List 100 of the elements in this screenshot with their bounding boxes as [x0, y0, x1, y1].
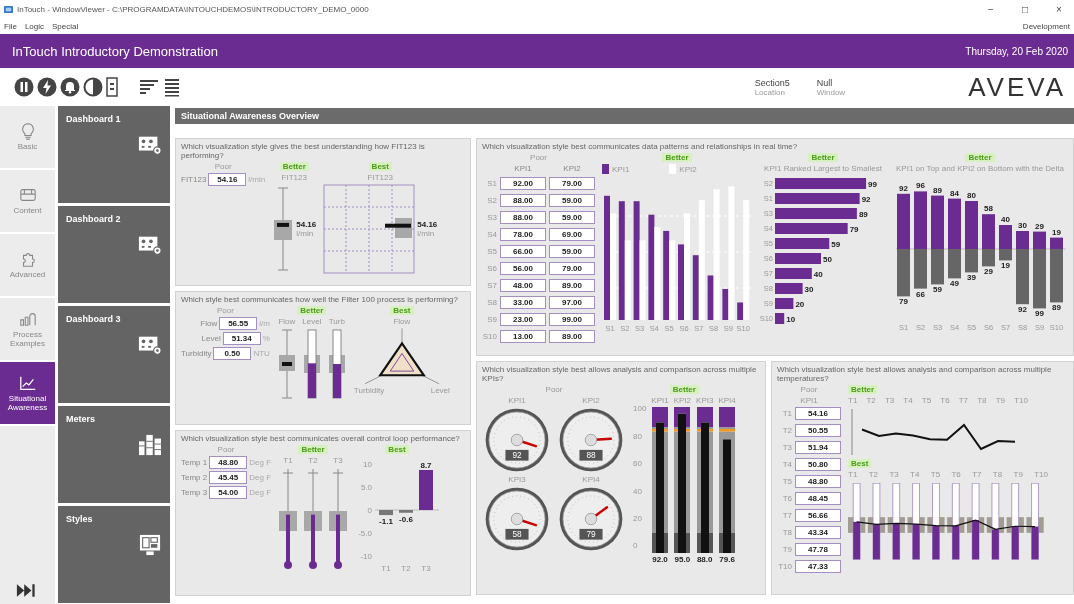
- value-field[interactable]: 48.80: [795, 475, 841, 489]
- setpoint-line: [674, 429, 691, 432]
- axis-label: T9: [995, 396, 1005, 406]
- bar: [775, 238, 830, 250]
- value-field[interactable]: 13.00: [500, 330, 546, 344]
- value-field[interactable]: 97.00: [549, 296, 595, 310]
- panel-icon[interactable]: [106, 77, 118, 97]
- value-field[interactable]: 23.00: [500, 313, 546, 327]
- app-title: InTouch Introductory Demonstration: [12, 43, 218, 59]
- dashboard-tile[interactable]: Styles: [58, 506, 170, 603]
- maximize-button[interactable]: □: [1010, 4, 1040, 15]
- value-field[interactable]: 56.55: [219, 317, 258, 331]
- value-field[interactable]: 48.45: [795, 492, 841, 506]
- axis-label: T9: [1013, 470, 1023, 480]
- value-field[interactable]: 48.00: [500, 279, 546, 293]
- gauge-label: Level: [302, 317, 322, 327]
- value-field[interactable]: 54.16: [208, 173, 247, 187]
- value-field[interactable]: 45.45: [209, 471, 248, 485]
- gauge-label: KPI2: [582, 396, 600, 406]
- value-field[interactable]: 50.80: [795, 458, 841, 472]
- pause-icon[interactable]: [14, 77, 34, 97]
- align-left-icon[interactable]: [139, 77, 159, 97]
- value-field[interactable]: 89.00: [549, 330, 595, 344]
- value-field[interactable]: 88.00: [500, 211, 546, 225]
- nav-item[interactable]: Situational Awareness: [0, 362, 55, 426]
- value-label: 40: [1001, 215, 1010, 225]
- tile-label: Dashboard 1: [66, 114, 122, 124]
- value-field[interactable]: 59.00: [549, 245, 595, 259]
- better-label: Better: [808, 153, 838, 163]
- dashboard-tile[interactable]: Dashboard 3: [58, 306, 170, 403]
- value-field[interactable]: 47.78: [795, 543, 841, 557]
- column-header: KPI1: [513, 164, 533, 174]
- dashboard-icon: [138, 234, 162, 256]
- scale-label: 60: [633, 459, 643, 469]
- dashboard-tile[interactable]: Dashboard 1: [58, 106, 170, 203]
- value-field[interactable]: 54.16: [795, 407, 841, 421]
- value-field[interactable]: 66.00: [500, 245, 546, 259]
- dashboard-tile[interactable]: Dashboard 2: [58, 206, 170, 303]
- align-justify-icon[interactable]: [162, 77, 182, 97]
- value-field[interactable]: 99.00: [549, 313, 595, 327]
- axis-label: T10: [1034, 470, 1048, 480]
- value-field[interactable]: 54.00: [209, 486, 248, 500]
- value-label: -1.1: [379, 517, 393, 527]
- axis-label: T1: [848, 396, 858, 406]
- value-field[interactable]: 89.00: [549, 279, 595, 293]
- axis-label: T2: [401, 564, 411, 574]
- menu-item[interactable]: Logic: [24, 22, 44, 31]
- value-field[interactable]: 51.94: [795, 441, 841, 455]
- menu-item[interactable]: File: [4, 22, 17, 31]
- menu-item[interactable]: Special: [52, 22, 79, 31]
- value-field[interactable]: 51.34: [222, 332, 261, 346]
- tick-label: 5.0: [360, 483, 373, 493]
- value-label: 96: [916, 181, 925, 191]
- bar: [775, 313, 785, 325]
- value-label: 29: [1035, 221, 1044, 231]
- value-label: 30: [1018, 221, 1027, 231]
- contrast-icon[interactable]: [83, 77, 103, 97]
- value-field[interactable]: 79.00: [549, 262, 595, 276]
- row-label: S5: [486, 247, 497, 257]
- row-label: T6: [781, 494, 792, 504]
- value-field[interactable]: 0.50: [213, 347, 252, 361]
- value-field[interactable]: 78.00: [500, 228, 546, 242]
- value-field[interactable]: 59.00: [549, 194, 595, 208]
- reading: 54.16: [296, 220, 317, 230]
- row-label: T2: [781, 426, 792, 436]
- value-field[interactable]: 56.66: [795, 509, 841, 523]
- poor-label: Poor: [800, 385, 818, 395]
- value-field[interactable]: 79.00: [549, 177, 595, 191]
- value-field[interactable]: 33.00: [500, 296, 546, 310]
- row-label: T7: [781, 511, 792, 521]
- value-field[interactable]: 59.00: [549, 211, 595, 225]
- value-field[interactable]: 56.00: [500, 262, 546, 276]
- field-label: Temp 3: [181, 488, 208, 498]
- value-field[interactable]: 50.55: [795, 424, 841, 438]
- value-field[interactable]: 47.33: [795, 560, 841, 574]
- close-button[interactable]: ×: [1044, 4, 1074, 15]
- better-label: Better: [279, 162, 309, 172]
- axis-label: T3: [889, 470, 899, 480]
- skip-forward-icon[interactable]: [16, 583, 36, 598]
- minimize-button[interactable]: −: [976, 4, 1006, 15]
- dashboard-tile[interactable]: Meters: [58, 406, 170, 503]
- gauge-reading: 58: [512, 530, 522, 540]
- tag-label: FIT123: [281, 173, 307, 183]
- tile-label: Dashboard 2: [66, 214, 122, 224]
- alarm-band: [696, 407, 713, 428]
- value-field[interactable]: 69.00: [549, 228, 595, 242]
- bar-reading: 88.0: [696, 555, 713, 565]
- legend-label: KPI2: [679, 164, 697, 174]
- reading: 54.16: [417, 220, 438, 230]
- low-band: [674, 533, 691, 554]
- value-field[interactable]: 88.00: [500, 194, 546, 208]
- bell-icon[interactable]: [60, 77, 80, 97]
- value-field[interactable]: 43.34: [795, 526, 841, 540]
- better-label: Better: [965, 153, 995, 163]
- tile-label: Dashboard 3: [66, 314, 122, 324]
- value-field[interactable]: 92.00: [500, 177, 546, 191]
- setpoint-line: [652, 429, 669, 432]
- value-label: 49: [950, 279, 959, 289]
- value-field[interactable]: 48.80: [209, 456, 248, 470]
- lightning-icon[interactable]: [37, 77, 57, 97]
